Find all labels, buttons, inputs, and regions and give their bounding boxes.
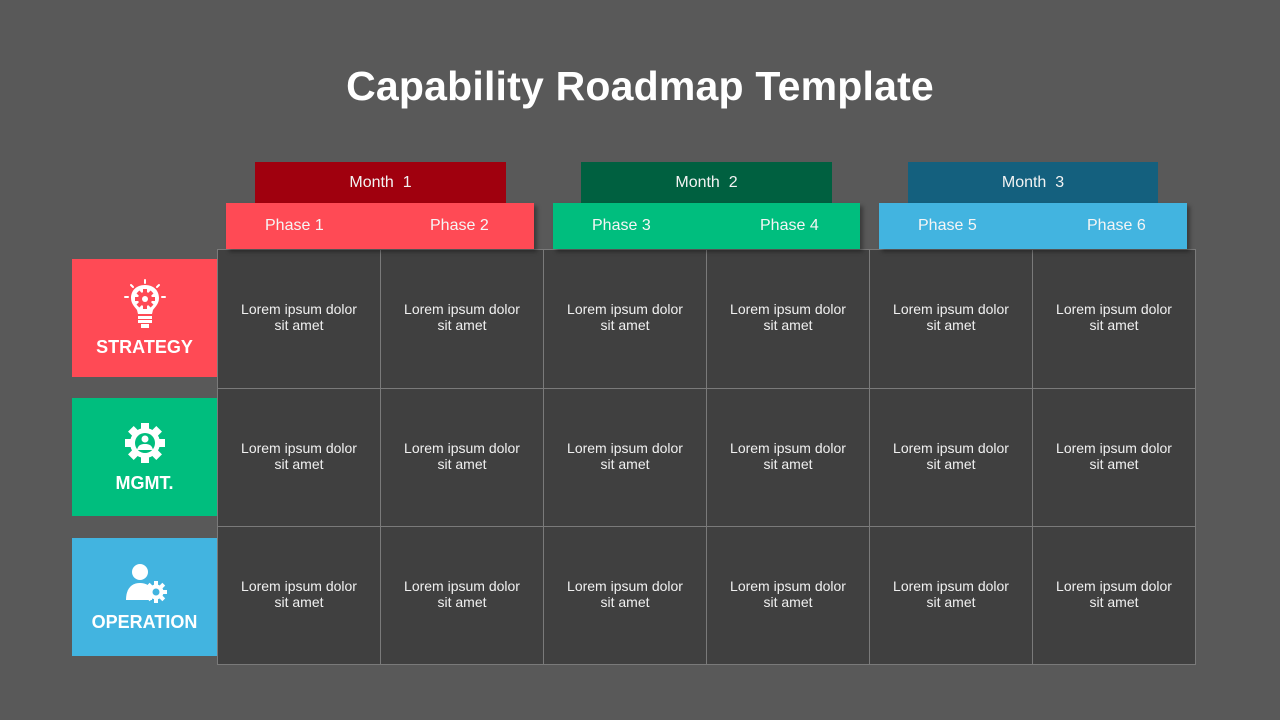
month-header-2: Month 2 bbox=[581, 162, 832, 203]
category-label: STRATEGY bbox=[96, 336, 193, 357]
phase-label-1: Phase 1 bbox=[265, 217, 324, 234]
category-label: MGMT. bbox=[115, 472, 174, 493]
grid-cell: Lorem ipsum dolor sit amet bbox=[1033, 389, 1195, 527]
grid-cell: Lorem ipsum dolor sit amet bbox=[707, 527, 870, 664]
phase-label-6: Phase 6 bbox=[1087, 217, 1146, 234]
grid-cell: Lorem ipsum dolor sit amet bbox=[870, 389, 1033, 527]
month-label: Month 1 bbox=[349, 173, 412, 191]
phase-label-2: Phase 2 bbox=[430, 217, 489, 234]
user-gear-icon bbox=[125, 563, 167, 603]
phase-bar-month-2: Phase 3 Phase 4 bbox=[553, 203, 860, 249]
grid-cell: Lorem ipsum dolor sit amet bbox=[707, 389, 870, 527]
month-header-1: Month 1 bbox=[255, 162, 506, 203]
grid-cell: Lorem ipsum dolor sit amet bbox=[707, 250, 870, 389]
page-title: Capability Roadmap Template bbox=[346, 63, 934, 109]
grid-cell: Lorem ipsum dolor sit amet bbox=[1056, 577, 1172, 610]
phase-bar-month-1: Phase 1 Phase 2 bbox=[226, 203, 534, 249]
month-header-3: Month 3 bbox=[908, 162, 1158, 203]
phase-bar-month-3: Phase 5 Phase 6 bbox=[879, 203, 1187, 249]
category-operation: OPERATION bbox=[72, 538, 217, 656]
phase-label-5: Phase 5 bbox=[918, 217, 977, 234]
grid-cell: Lorem ipsum dolor sit amet bbox=[381, 389, 544, 527]
gear-person-icon bbox=[124, 422, 165, 463]
grid-cell: Lorem ipsum dolor sit amet bbox=[544, 527, 707, 664]
grid-cell: Lorem ipsum dolor sit amet bbox=[218, 389, 381, 527]
phase-label-3: Phase 3 bbox=[592, 217, 651, 234]
roadmap-grid: Lorem ipsum dolor sit amet Lorem ipsum d… bbox=[217, 249, 1196, 665]
category-strategy: STRATEGY bbox=[72, 259, 217, 377]
grid-cell: Lorem ipsum dolor sit amet bbox=[381, 250, 544, 389]
phase-label-4: Phase 4 bbox=[760, 217, 819, 234]
grid-cell: Lorem ipsum dolor sit amet bbox=[870, 527, 1033, 664]
grid-cell: Lorem ipsum dolor sit amet bbox=[1033, 250, 1195, 389]
grid-cell: Lorem ipsum dolor sit amet bbox=[544, 389, 707, 527]
grid-cell: Lorem ipsum dolor sit amet bbox=[381, 527, 544, 664]
grid-cell: Lorem ipsum dolor sit amet bbox=[544, 250, 707, 389]
month-label: Month 3 bbox=[1001, 173, 1065, 191]
category-label: OPERATION bbox=[91, 611, 198, 632]
grid-cell: Lorem ipsum dolor sit amet bbox=[218, 527, 381, 664]
grid-cell: Lorem ipsum dolor sit amet bbox=[218, 250, 381, 389]
month-label: Month 2 bbox=[675, 173, 738, 191]
lightbulb-gear-icon bbox=[123, 278, 166, 328]
category-mgmt: MGMT. bbox=[72, 398, 217, 516]
grid-cell: Lorem ipsum dolor sit amet bbox=[870, 250, 1033, 389]
